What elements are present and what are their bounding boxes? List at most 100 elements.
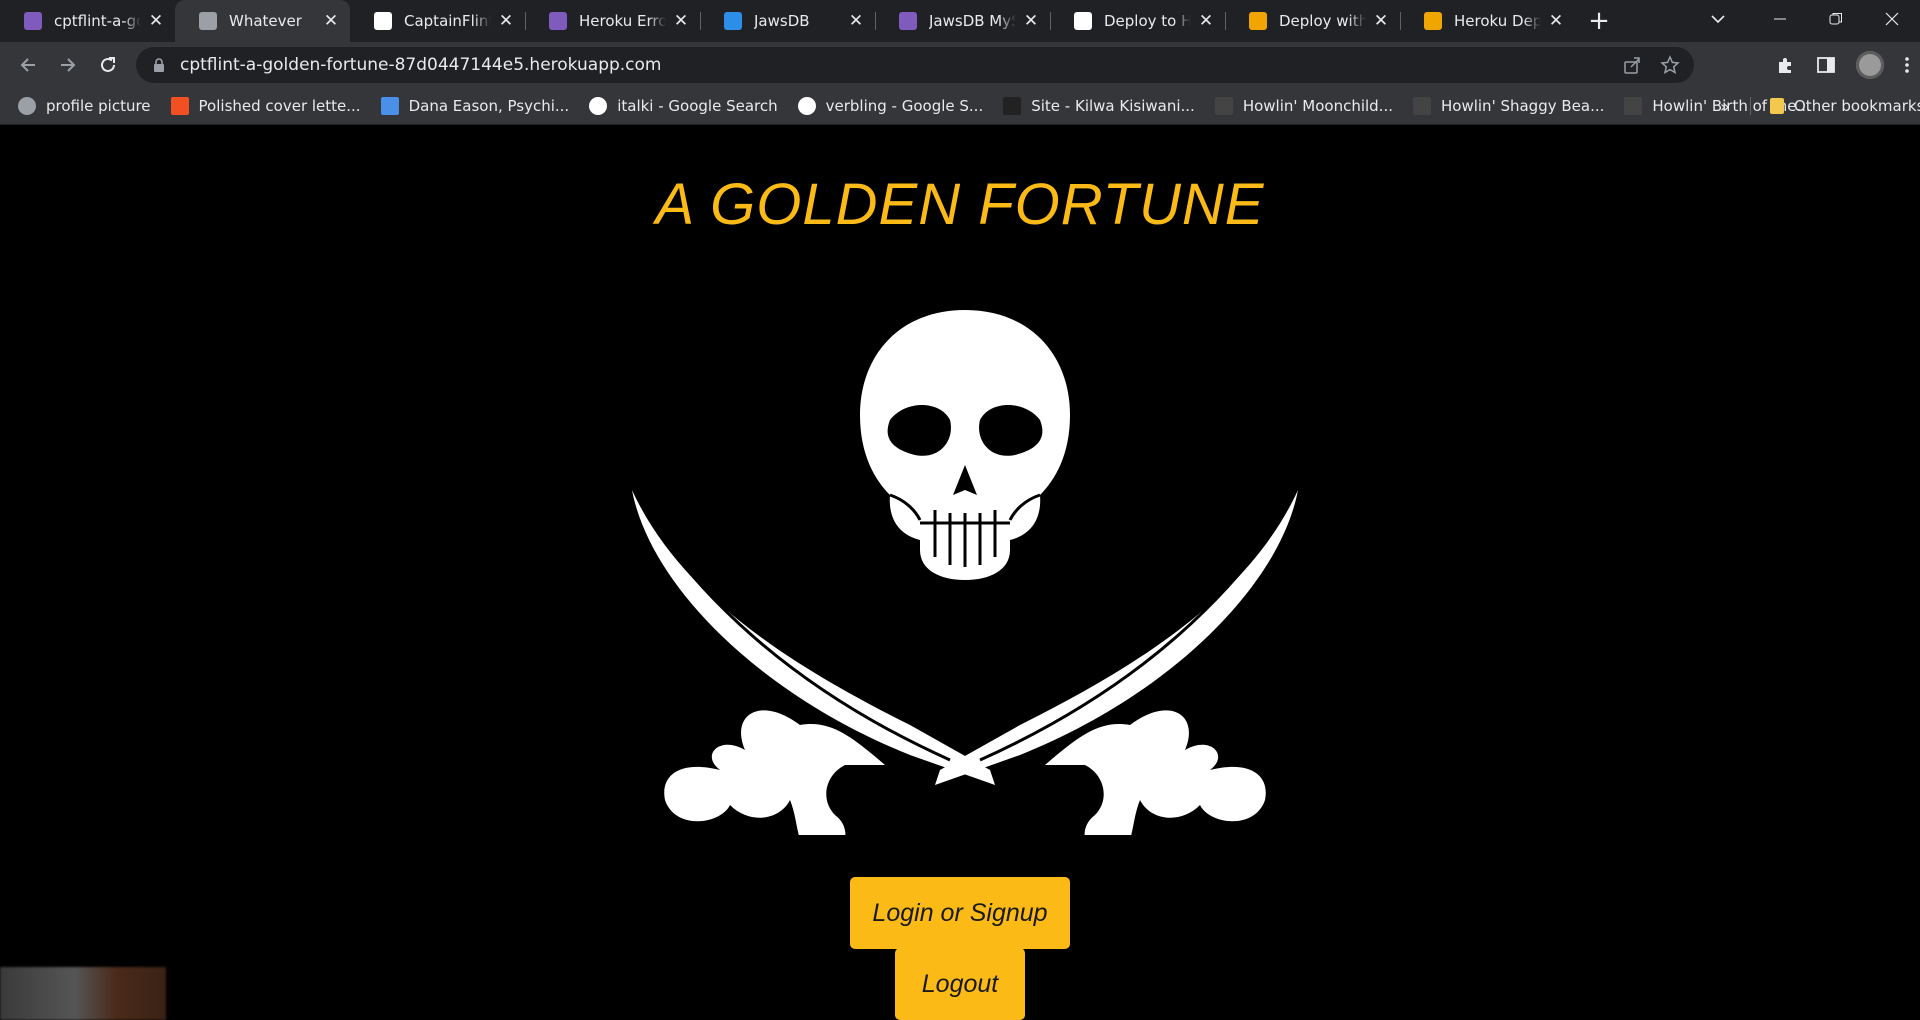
menu-dots-icon[interactable] <box>1904 55 1910 75</box>
globe-icon <box>18 97 36 115</box>
tab-title: JawsDB MySQL <box>929 12 1016 30</box>
tab-close-icon[interactable]: ✕ <box>1197 11 1215 31</box>
window-controls <box>1752 0 1920 42</box>
bookmark-2[interactable]: Dana Eason, Psychi... <box>371 91 580 121</box>
bookmark-label: Howlin' Moonchild... <box>1242 97 1393 115</box>
globe-icon <box>199 12 217 30</box>
logout-button[interactable]: Logout <box>895 948 1025 1020</box>
heroku-icon <box>899 12 917 30</box>
google-icon <box>589 97 608 115</box>
other-bookmarks-label: Other bookmarks <box>1794 97 1920 115</box>
close-window-button[interactable] <box>1864 0 1920 38</box>
tab-close-icon[interactable]: ✕ <box>1547 11 1565 31</box>
folder-icon <box>1770 98 1784 114</box>
bookmark-label: italki - Google Search <box>617 97 778 115</box>
new-tab-button[interactable]: + <box>1579 0 1619 42</box>
extensions-puzzle-icon[interactable] <box>1776 55 1796 75</box>
tab-title: Heroku Error Codes <box>579 12 666 30</box>
back-button[interactable] <box>8 45 48 85</box>
address-bar[interactable]: cptflint-a-golden-fortune-87d0447144e5.h… <box>136 47 1694 83</box>
medium-icon <box>1074 12 1092 30</box>
e-icon <box>1214 97 1233 115</box>
tab-0[interactable]: cptflint-a-golden-fortune ✕ <box>0 0 175 42</box>
login-signup-button[interactable]: Login or Signup <box>850 877 1070 949</box>
pt-icon <box>380 97 399 115</box>
fs-icon <box>1424 12 1442 30</box>
webcam-overlay <box>0 967 166 1020</box>
back-arrow-icon <box>20 58 35 72</box>
e-icon <box>1624 97 1643 115</box>
tabs: cptflint-a-golden-fortune✕Whatever✕Capta… <box>0 0 1575 42</box>
site-icon <box>1003 97 1022 115</box>
tab-4[interactable]: JawsDB ✕ <box>700 0 875 42</box>
heroku-icon <box>549 12 567 30</box>
github-icon <box>374 12 392 30</box>
tab-3[interactable]: Heroku Error Codes ✕ <box>525 0 700 42</box>
profile-avatar[interactable] <box>1856 51 1884 79</box>
tab-1[interactable]: Whatever ✕ <box>175 0 350 42</box>
star-bookmark-icon[interactable] <box>1660 55 1680 75</box>
bookmark-label: Howlin' Shaggy Bea... <box>1441 97 1605 115</box>
tab-title: Deploy to Heroku <box>1104 12 1191 30</box>
bookmark-0[interactable]: profile picture <box>8 91 161 121</box>
lock-icon <box>154 58 164 72</box>
tab-close-icon[interactable]: ✕ <box>147 11 165 31</box>
skull-and-crossed-swords-icon <box>632 310 1298 835</box>
tab-title: Deploy with Heroku <box>1279 12 1366 30</box>
bookmark-label: Dana Eason, Psychi... <box>408 97 570 115</box>
tab-strip: cptflint-a-golden-fortune✕Whatever✕Capta… <box>0 0 1920 42</box>
restore-button[interactable] <box>1808 0 1864 38</box>
browser-toolbar: cptflint-a-golden-fortune-87d0447144e5.h… <box>0 42 1920 88</box>
e-icon <box>1413 97 1431 115</box>
minimize-button[interactable] <box>1752 0 1808 38</box>
tab-close-icon[interactable]: ✕ <box>497 11 515 31</box>
side-panel-icon[interactable] <box>1816 55 1836 75</box>
site-title: A GOLDEN FORTUNE <box>655 171 1265 237</box>
tab-close-icon[interactable]: ✕ <box>847 11 865 31</box>
tab-close-icon[interactable]: ✕ <box>322 11 340 31</box>
tab-2[interactable]: CaptainFlint17 ✕ <box>350 0 525 42</box>
tab-close-icon[interactable]: ✕ <box>1372 11 1390 31</box>
reload-button[interactable] <box>88 45 128 85</box>
bookmark-label: Site - Kilwa Kisiwani... <box>1031 97 1195 115</box>
tab-title: Heroku Deployment <box>1454 12 1541 30</box>
tab-title: cptflint-a-golden-fortune <box>54 12 141 30</box>
bookmark-7[interactable]: Howlin' Shaggy Bea... <box>1403 91 1614 121</box>
url-text: cptflint-a-golden-fortune-87d0447144e5.h… <box>180 55 662 75</box>
bookmark-label: verbling - Google S... <box>825 97 984 115</box>
bookmark-4[interactable]: verbling - Google S... <box>788 91 994 121</box>
toolbar-right <box>1776 45 1910 85</box>
bookmark-label: profile picture <box>46 97 151 115</box>
tab-title: Whatever <box>229 12 302 30</box>
tab-6[interactable]: Deploy to Heroku ✕ <box>1050 0 1225 42</box>
tab-title: JawsDB <box>754 12 810 30</box>
fs-icon <box>1249 12 1267 30</box>
heroku-icon <box>24 12 42 30</box>
share-icon[interactable] <box>1622 55 1642 75</box>
forward-button[interactable] <box>48 45 88 85</box>
bookmarks-divider <box>1750 97 1751 115</box>
bookmark-label: Polished cover lette... <box>198 97 361 115</box>
omnibox-actions <box>1622 47 1680 83</box>
tab-title: CaptainFlint17 <box>404 12 491 30</box>
page-content: A GOLDEN FORTUNE Login or Signup Logout <box>0 125 1920 1020</box>
bookmark-list: profile picture Polished cover lette... Da… <box>8 91 1821 121</box>
tab-close-icon[interactable]: ✕ <box>1022 11 1040 31</box>
tab-search-chevron-icon[interactable] <box>1700 0 1736 38</box>
jawsdb-icon <box>724 12 742 30</box>
bookmark-3[interactable]: italki - Google Search <box>579 91 787 121</box>
bookmark-6[interactable]: Howlin' Moonchild... <box>1205 91 1403 121</box>
tab-8[interactable]: Heroku Deployment ✕ <box>1400 0 1575 42</box>
bookmark-1[interactable]: Polished cover lette... <box>161 91 371 121</box>
forward-arrow-icon <box>61 58 76 72</box>
tab-close-icon[interactable]: ✕ <box>672 11 690 31</box>
bookmarks-overflow-button[interactable]: » <box>1720 88 1730 124</box>
reload-icon <box>101 57 115 72</box>
tab-5[interactable]: JawsDB MySQL ✕ <box>875 0 1050 42</box>
bookmark-5[interactable]: Site - Kilwa Kisiwani... <box>993 91 1205 121</box>
google-icon <box>797 97 816 115</box>
microsoft-icon <box>170 97 189 115</box>
tab-7[interactable]: Deploy with Heroku ✕ <box>1225 0 1400 42</box>
other-bookmarks-folder[interactable]: Other bookmarks <box>1760 91 1920 121</box>
bookmarks-bar: profile picture Polished cover lette... Da… <box>0 88 1920 125</box>
